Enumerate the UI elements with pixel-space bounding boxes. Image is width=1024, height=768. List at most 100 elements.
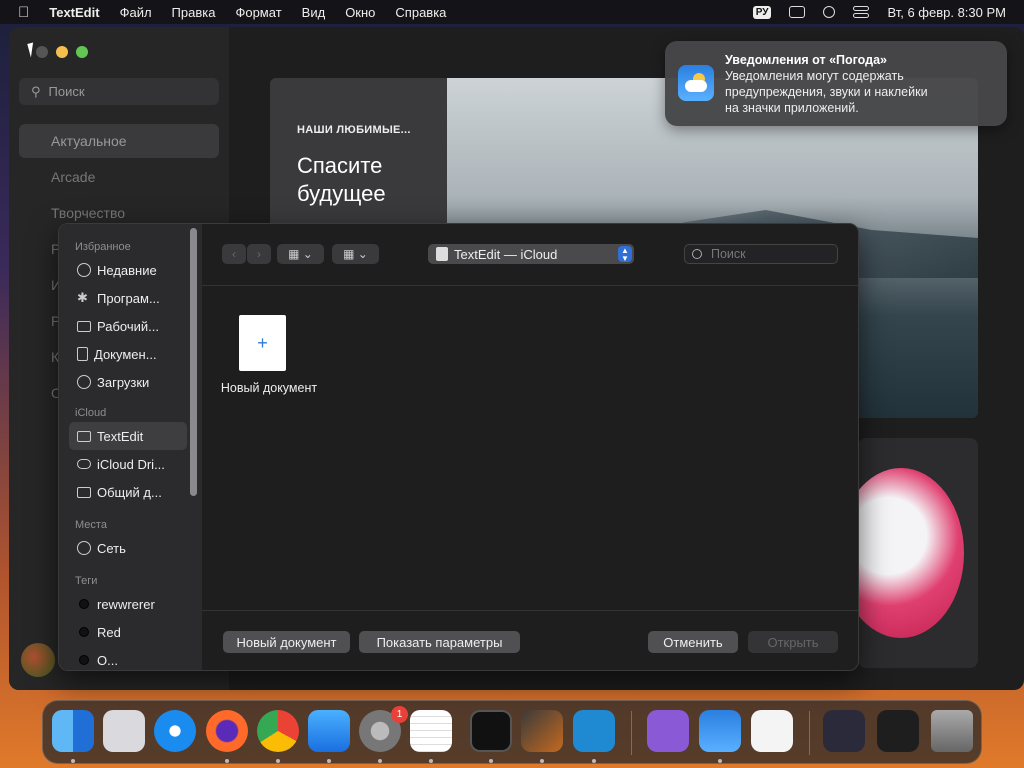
firefox-icon[interactable] <box>206 710 248 752</box>
menu-format[interactable]: Формат <box>235 5 281 20</box>
group-grid-icon: ▦ ⌄ <box>343 247 368 261</box>
sidebar-tag-rewwrerer[interactable]: rewwrerer <box>69 590 187 618</box>
menu-window[interactable]: Окно <box>345 5 375 20</box>
nav-arcade[interactable]: Arcade <box>19 160 219 194</box>
minimize-button[interactable] <box>56 46 68 58</box>
dialog-toolbar: ‹ › ▦ ⌄ ▦ ⌄ TextEdit — iCloud ▲ ▼ Поиск <box>202 224 858 286</box>
visual-studio-icon[interactable] <box>647 710 689 752</box>
sidebar-item-recents[interactable]: Недавние <box>69 256 187 284</box>
running-indicator <box>489 759 493 763</box>
open-button[interactable]: Открыть <box>748 631 838 653</box>
show-options-button[interactable]: Показать параметры <box>359 631 520 653</box>
menu-view[interactable]: Вид <box>302 5 326 20</box>
menu-app-name[interactable]: TextEdit <box>49 5 99 20</box>
running-indicator <box>718 759 722 763</box>
vscode-icon[interactable] <box>573 710 615 752</box>
hero-kicker: НАШИ ЛЮБИМЫЕ... <box>297 124 411 136</box>
file-browser: + Новый документ <box>202 286 858 610</box>
new-document-button[interactable]: Новый документ <box>223 631 350 653</box>
finder-icon[interactable] <box>52 710 94 752</box>
places-header: Места <box>75 519 107 531</box>
textedit-icon[interactable] <box>410 710 452 752</box>
sidebar-tag-red[interactable]: Red <box>69 618 187 646</box>
sidebar-item-desktop[interactable]: Рабочий... <box>69 312 187 340</box>
location-popup[interactable]: TextEdit — iCloud ▲ ▼ <box>428 244 634 264</box>
screen-mirroring-icon[interactable] <box>789 6 806 18</box>
sidebar-item-applications[interactable]: ✱ Програм... <box>69 284 187 312</box>
group-button[interactable]: ▦ ⌄ <box>332 244 379 264</box>
running-indicator <box>276 759 280 763</box>
freeform-icon[interactable] <box>751 710 793 752</box>
menu-bar:  TextEdit Файл Правка Формат Вид Окно С… <box>0 0 1024 24</box>
cancel-button[interactable]: Отменить <box>648 631 738 653</box>
control-center-icon[interactable] <box>853 6 870 18</box>
chevron-updown-icon: ▲ ▼ <box>618 246 632 263</box>
garageband-icon[interactable] <box>521 710 563 752</box>
input-source-badge[interactable]: РУ <box>752 5 772 19</box>
applications-icon: ✱ <box>77 290 88 305</box>
running-indicator <box>225 759 229 763</box>
sidebar-item-textedit[interactable]: TextEdit <box>69 422 187 450</box>
back-button[interactable]: ‹ <box>222 244 246 264</box>
chrome-icon[interactable] <box>257 710 299 752</box>
cloud-icon <box>77 459 91 469</box>
featured-app-card[interactable] <box>858 438 978 668</box>
minimized-window-icon[interactable] <box>877 710 919 752</box>
tag-color-icon <box>79 655 89 665</box>
running-indicator <box>71 759 75 763</box>
app-store-icon[interactable] <box>308 710 350 752</box>
sidebar-item-icloud-drive[interactable]: iCloud Dri... <box>69 450 187 478</box>
terminal-icon[interactable] <box>470 710 512 752</box>
menu-file[interactable]: Файл <box>120 5 152 20</box>
weather-icon[interactable] <box>699 710 741 752</box>
featured-app-artwork <box>858 468 964 638</box>
weather-notification[interactable]: Уведомления от «Погода» Уведомления могу… <box>665 41 1007 126</box>
sidebar-item-network[interactable]: Сеть <box>69 534 187 562</box>
account-avatar[interactable] <box>21 643 55 677</box>
new-document-tile[interactable]: + <box>239 315 286 371</box>
launchpad-icon[interactable] <box>103 710 145 752</box>
sidebar-item-label: TextEdit <box>97 428 144 444</box>
open-dialog: Избранное Недавние ✱ Програм... Рабочий.… <box>58 223 859 671</box>
dialog-search-input[interactable]: Поиск <box>684 244 838 264</box>
location-label: TextEdit — iCloud <box>454 246 558 262</box>
menu-clock[interactable]: Вт, 6 февр. 8:30 PM <box>887 5 1006 20</box>
folder-icon <box>77 430 91 442</box>
view-mode-button[interactable]: ▦ ⌄ <box>277 244 324 264</box>
zoom-button[interactable] <box>76 46 88 58</box>
network-icon <box>77 541 91 555</box>
running-indicator <box>540 759 544 763</box>
search-icon <box>692 249 702 259</box>
sidebar-scrollbar[interactable] <box>190 228 197 496</box>
minimized-window-icon[interactable] <box>823 710 865 752</box>
sidebar-item-downloads[interactable]: Загрузки <box>69 368 187 396</box>
grid-icon: ▦ ⌄ <box>288 247 313 261</box>
nav-discover[interactable]: Актуальное <box>19 124 219 158</box>
trash-icon[interactable] <box>931 710 973 752</box>
search-icon: ⚲ <box>31 83 41 99</box>
dialog-footer: Новый документ Показать параметры Отмени… <box>202 610 858 670</box>
running-indicator <box>592 759 596 763</box>
tag-color-icon <box>79 599 89 609</box>
apple-icon[interactable]:  <box>18 4 29 21</box>
safari-icon[interactable] <box>154 710 196 752</box>
app-store-search-field[interactable]: ⚲ Поиск <box>19 78 219 105</box>
forward-button[interactable]: › <box>247 244 271 264</box>
download-icon <box>77 375 91 389</box>
dialog-search-placeholder: Поиск <box>711 247 746 261</box>
close-button[interactable] <box>36 46 48 58</box>
sidebar-item-label: iCloud Dri... <box>97 456 165 472</box>
running-indicator <box>327 759 331 763</box>
running-indicator <box>429 759 433 763</box>
menu-help[interactable]: Справка <box>395 5 446 20</box>
sidebar-item-label: Недавние <box>97 262 157 278</box>
menu-edit[interactable]: Правка <box>172 5 216 20</box>
new-document-tile-label[interactable]: Новый документ <box>209 381 329 395</box>
sidebar-tag-orange[interactable]: O... <box>69 646 187 670</box>
spotlight-icon[interactable] <box>823 6 836 18</box>
running-indicator <box>378 759 382 763</box>
sidebar-item-documents[interactable]: Докумен... <box>69 340 187 368</box>
sidebar-item-shared[interactable]: Общий д... <box>69 478 187 506</box>
sidebar-item-label: rewwrerer <box>97 596 155 612</box>
textedit-doc-icon <box>436 247 448 261</box>
